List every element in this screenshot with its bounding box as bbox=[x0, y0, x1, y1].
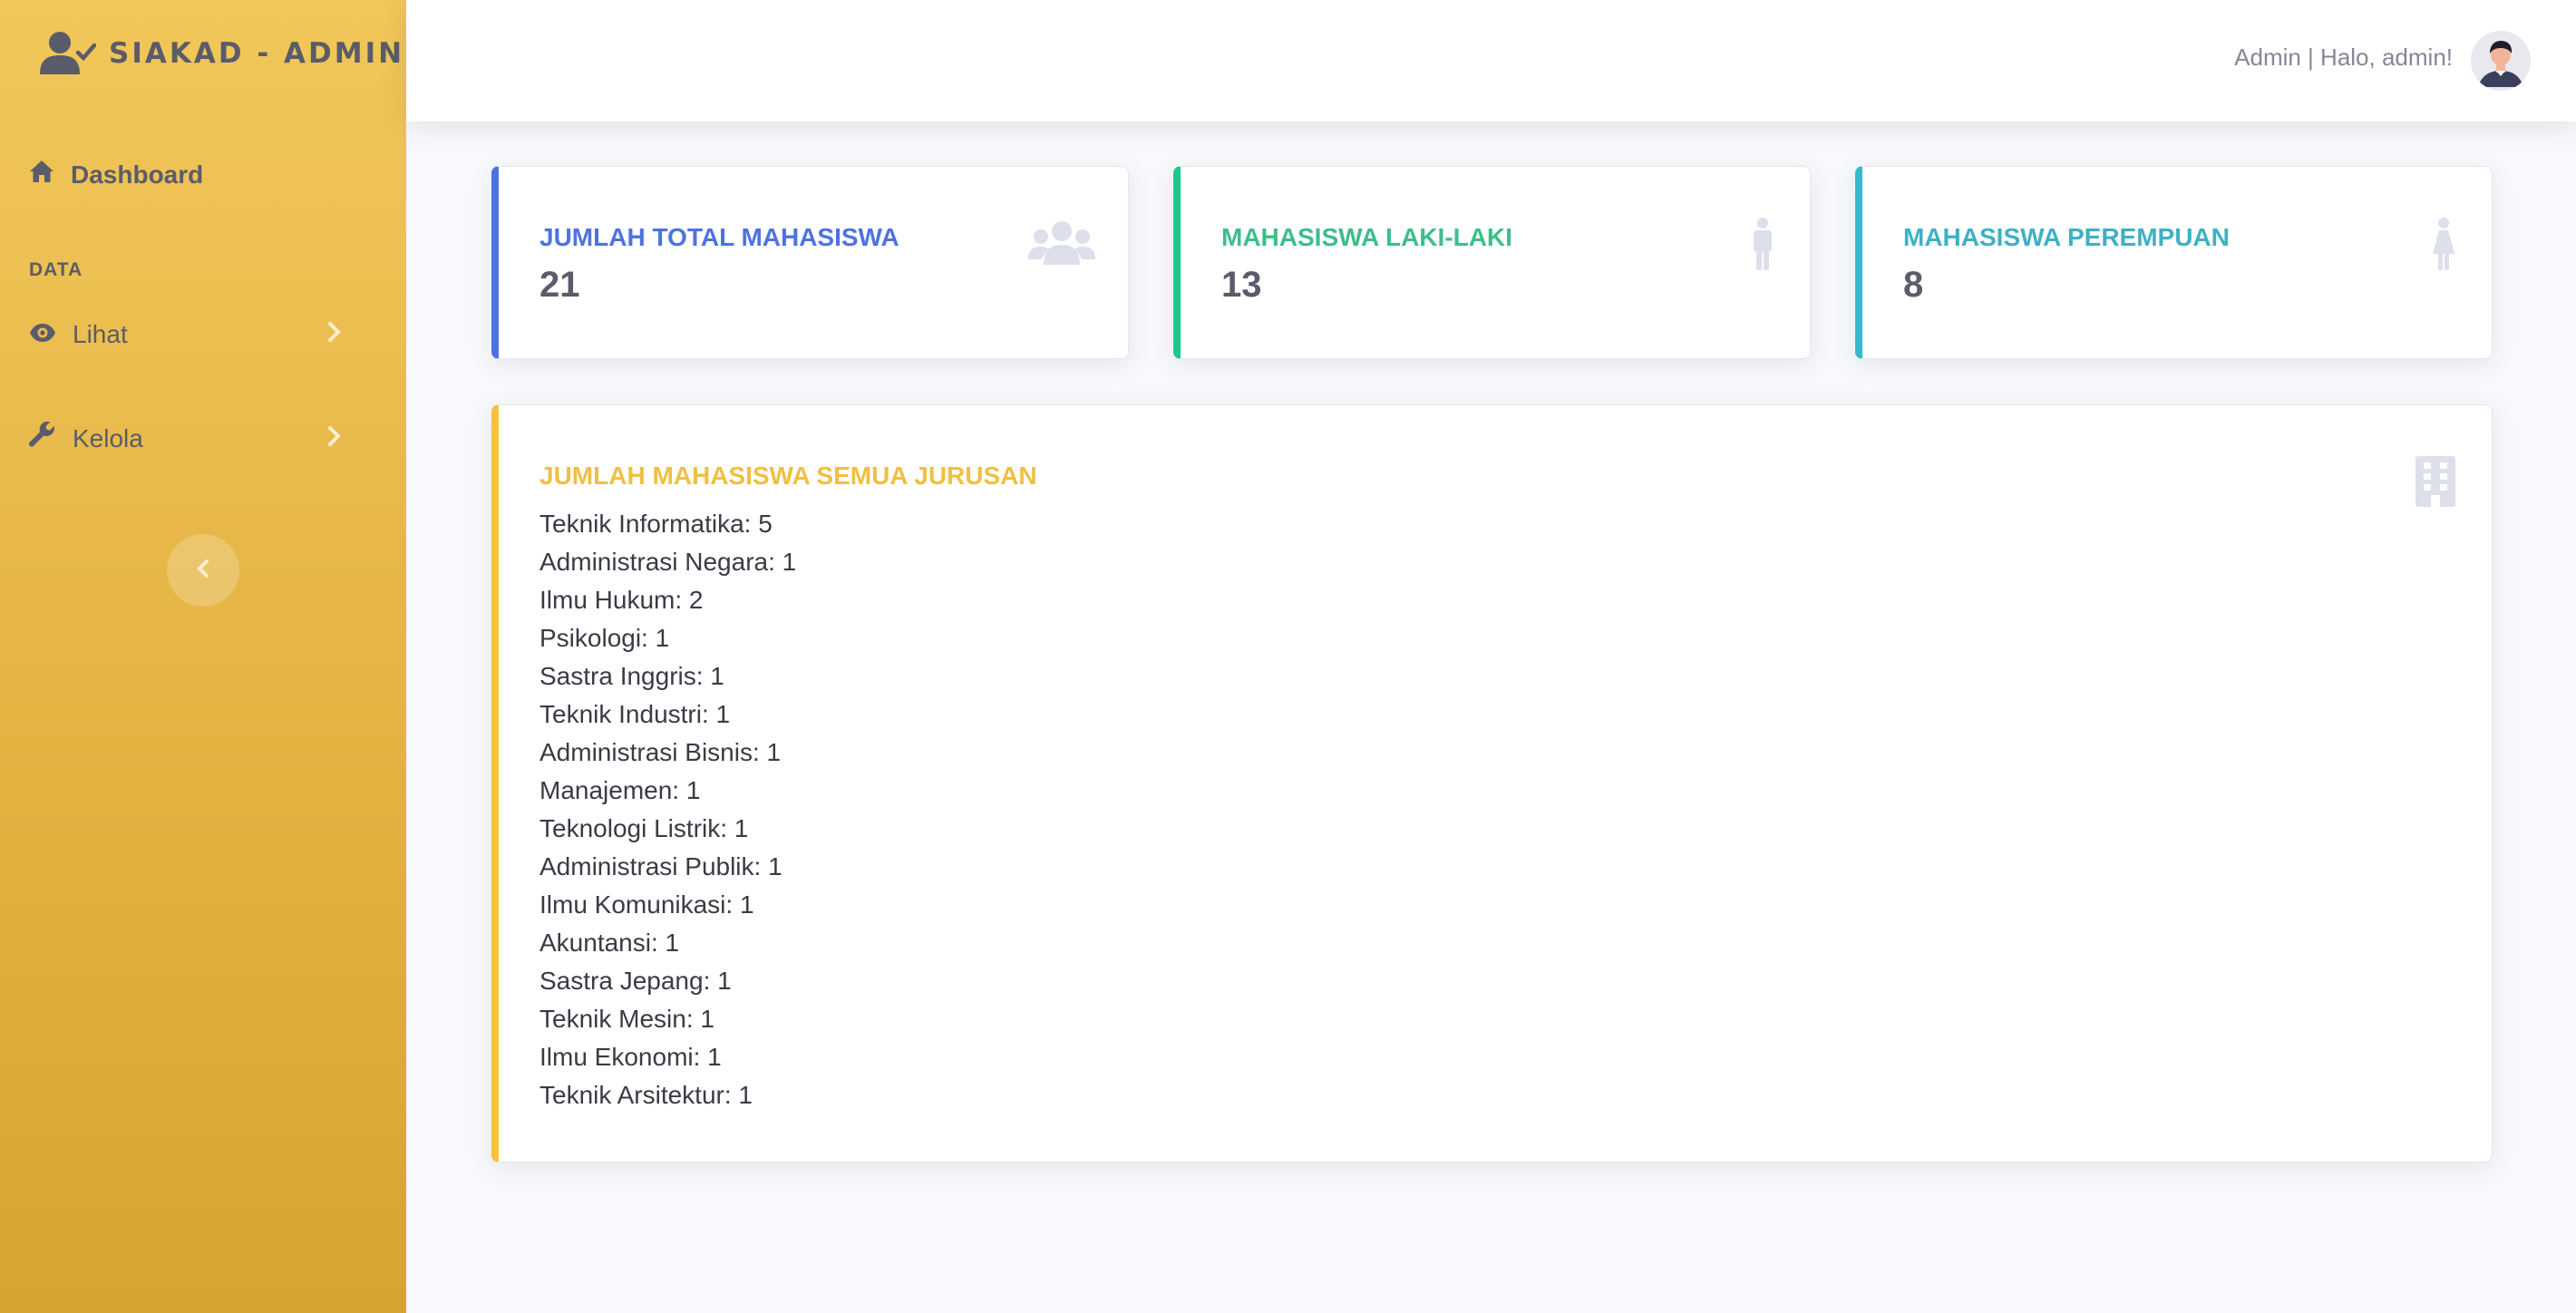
male-icon bbox=[1752, 218, 1774, 275]
card-label: MAHASISWA LAKI-LAKI bbox=[1221, 223, 1512, 251]
wrench-icon bbox=[28, 421, 56, 455]
list-item: Teknik Mesin: 1 bbox=[540, 1005, 714, 1033]
card-value: 8 bbox=[1903, 265, 1924, 305]
list-item: Administrasi Negara: 1 bbox=[540, 548, 797, 576]
home-icon bbox=[29, 160, 54, 190]
total-students-card: JUMLAH TOTAL MAHASISWA 21 bbox=[491, 166, 1129, 359]
users-icon bbox=[1028, 219, 1095, 271]
sidebar-toggle-button[interactable] bbox=[167, 534, 239, 607]
brand-title: SIAKAD - ADMIN bbox=[109, 37, 405, 70]
sidebar-heading: DATA bbox=[29, 259, 83, 280]
topbar: Admin | Halo, admin! bbox=[406, 0, 2576, 122]
list-item: Teknologi Listrik: 1 bbox=[540, 814, 749, 842]
card-label: JUMLAH TOTAL MAHASISWA bbox=[540, 223, 899, 251]
list-item: Administrasi Bisnis: 1 bbox=[540, 738, 782, 766]
list-item: Ilmu Ekonomi: 1 bbox=[540, 1043, 722, 1071]
sidebar-item-kelola[interactable]: Kelola bbox=[28, 421, 377, 455]
card-label: MAHASISWA PEREMPUAN bbox=[1903, 223, 2230, 251]
majors-card: JUMLAH MAHASISWA SEMUA JURUSAN Teknik In… bbox=[491, 404, 2493, 1162]
sidebar-brand[interactable]: SIAKAD - ADMIN bbox=[40, 31, 404, 76]
list-item: Sastra Inggris: 1 bbox=[540, 662, 724, 690]
user-greeting[interactable]: Admin | Halo, admin! bbox=[2234, 44, 2453, 72]
chevron-right-icon bbox=[328, 424, 341, 453]
eye-icon bbox=[29, 320, 56, 349]
list-item: Ilmu Komunikasi: 1 bbox=[540, 890, 754, 919]
list-item: Akuntansi: 1 bbox=[540, 929, 680, 957]
building-icon bbox=[2414, 456, 2457, 511]
majors-list: Teknik Informatika: 5 Administrasi Negar… bbox=[540, 505, 796, 1114]
sidebar-item-dashboard[interactable]: Dashboard bbox=[29, 160, 203, 190]
card-value: 13 bbox=[1221, 265, 1262, 305]
list-item: Teknik Informatika: 5 bbox=[540, 510, 773, 538]
list-item: Manajemen: 1 bbox=[540, 776, 701, 804]
list-item: Administrasi Publik: 1 bbox=[540, 852, 783, 880]
chevron-right-icon bbox=[328, 320, 341, 349]
list-item: Teknik Industri: 1 bbox=[540, 700, 731, 728]
female-students-card: MAHASISWA PEREMPUAN 8 bbox=[1855, 166, 2493, 359]
user-check-icon bbox=[40, 31, 96, 76]
chevron-left-icon bbox=[197, 559, 209, 583]
list-item: Sastra Jepang: 1 bbox=[540, 967, 732, 995]
sidebar-item-label: Dashboard bbox=[71, 160, 204, 189]
card-value: 21 bbox=[540, 265, 580, 305]
list-item: Teknik Arsitektur: 1 bbox=[540, 1081, 753, 1109]
female-icon bbox=[2432, 218, 2455, 275]
list-item: Psikologi: 1 bbox=[540, 624, 670, 652]
male-students-card: MAHASISWA LAKI-LAKI 13 bbox=[1173, 166, 1811, 359]
avatar[interactable] bbox=[2471, 31, 2531, 91]
sidebar: SIAKAD - ADMIN Dashboard DATA Lihat Kelo… bbox=[0, 0, 406, 1313]
sidebar-item-label: Lihat bbox=[73, 320, 128, 348]
sidebar-item-lihat[interactable]: Lihat bbox=[29, 320, 377, 349]
sidebar-item-label: Kelola bbox=[73, 423, 143, 452]
list-item: Ilmu Hukum: 2 bbox=[540, 586, 704, 614]
majors-title: JUMLAH MAHASISWA SEMUA JURUSAN bbox=[540, 462, 1037, 490]
